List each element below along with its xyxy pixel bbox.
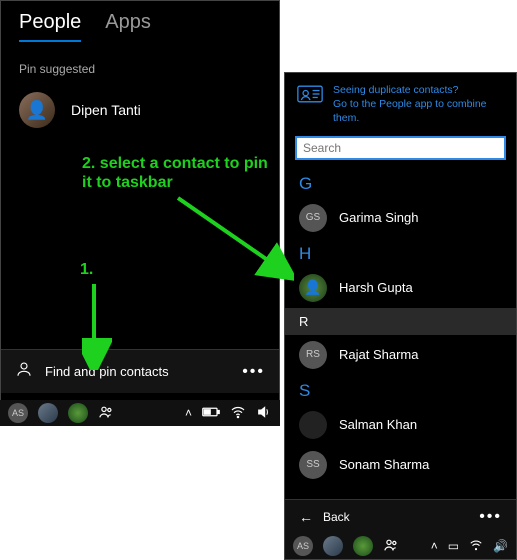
duplicate-notice[interactable]: Seeing duplicate contacts? Go to the Peo…: [285, 73, 516, 136]
taskbar-contact[interactable]: [353, 536, 373, 556]
contact-row[interactable]: Salman Khan: [285, 405, 516, 445]
contact-name: Salman Khan: [339, 417, 417, 432]
contact-name: Harsh Gupta: [339, 280, 413, 295]
contact-row[interactable]: RS Rajat Sharma: [285, 335, 516, 375]
volume-icon[interactable]: [256, 404, 272, 423]
contacts-card-icon: [297, 83, 323, 126]
taskbar-contact-badge[interactable]: AS: [293, 536, 313, 556]
taskbar-contact[interactable]: [68, 403, 88, 423]
battery-icon[interactable]: [202, 406, 220, 421]
chevron-up-icon[interactable]: ˄: [431, 539, 438, 553]
contacts-flyout: Seeing duplicate contacts? Go to the Peo…: [284, 72, 517, 560]
contact-name: Garima Singh: [339, 210, 418, 225]
letter-header-s[interactable]: S: [285, 375, 516, 405]
avatar: [299, 274, 327, 302]
search-input[interactable]: [295, 136, 506, 160]
letter-header-h[interactable]: H: [285, 238, 516, 268]
taskbar-contact[interactable]: [323, 536, 343, 556]
volume-icon[interactable]: 🔊: [493, 539, 508, 553]
avatar: SS: [299, 451, 327, 479]
contact-row[interactable]: SS Sonam Sharma: [285, 445, 516, 485]
more-icon[interactable]: •••: [479, 508, 502, 526]
people-bar-icon[interactable]: [98, 404, 114, 423]
arrow-left-icon: ←: [299, 509, 313, 525]
suggested-contact-name: Dipen Tanti: [71, 102, 141, 118]
tab-apps[interactable]: Apps: [105, 11, 151, 42]
contact-name: Sonam Sharma: [339, 457, 429, 472]
avatar: RS: [299, 341, 327, 369]
letter-header-r[interactable]: R: [285, 308, 516, 335]
avatar: GS: [299, 204, 327, 232]
find-and-pin-label: Find and pin contacts: [45, 364, 169, 379]
contact-row[interactable]: Harsh Gupta: [285, 268, 516, 308]
taskbar-contact-badge[interactable]: AS: [8, 403, 28, 423]
pin-suggested-label: Pin suggested: [1, 48, 279, 80]
back-row: ← Back •••: [285, 499, 516, 533]
taskbar-right: AS ˄ ▭ 🔊: [285, 533, 516, 559]
wifi-icon[interactable]: [230, 404, 246, 423]
taskbar-left: AS ˄: [0, 400, 280, 426]
wifi-icon[interactable]: [469, 538, 483, 555]
back-button[interactable]: ← Back: [299, 509, 350, 525]
chevron-up-icon[interactable]: ˄: [185, 406, 192, 420]
tab-people[interactable]: People: [19, 11, 81, 42]
contacts-list[interactable]: G GS Garima Singh H Harsh Gupta R RS Raj…: [285, 168, 516, 499]
person-icon: [15, 360, 33, 383]
more-icon[interactable]: •••: [242, 363, 265, 381]
people-flyout: People Apps Pin suggested Dipen Tanti Fi…: [0, 0, 280, 420]
avatar: [299, 411, 327, 439]
people-bar-icon[interactable]: [383, 537, 399, 556]
duplicate-notice-text: Seeing duplicate contacts? Go to the Peo…: [333, 83, 504, 126]
find-and-pin-row[interactable]: Find and pin contacts •••: [1, 349, 279, 393]
contact-row[interactable]: GS Garima Singh: [285, 198, 516, 238]
back-label: Back: [323, 510, 350, 524]
tab-bar: People Apps: [1, 1, 279, 48]
avatar: [19, 92, 55, 128]
contact-name: Rajat Sharma: [339, 347, 418, 362]
battery-icon[interactable]: ▭: [448, 539, 459, 553]
suggested-contact[interactable]: Dipen Tanti: [1, 80, 279, 140]
taskbar-contact[interactable]: [38, 403, 58, 423]
letter-header-g[interactable]: G: [285, 168, 516, 198]
